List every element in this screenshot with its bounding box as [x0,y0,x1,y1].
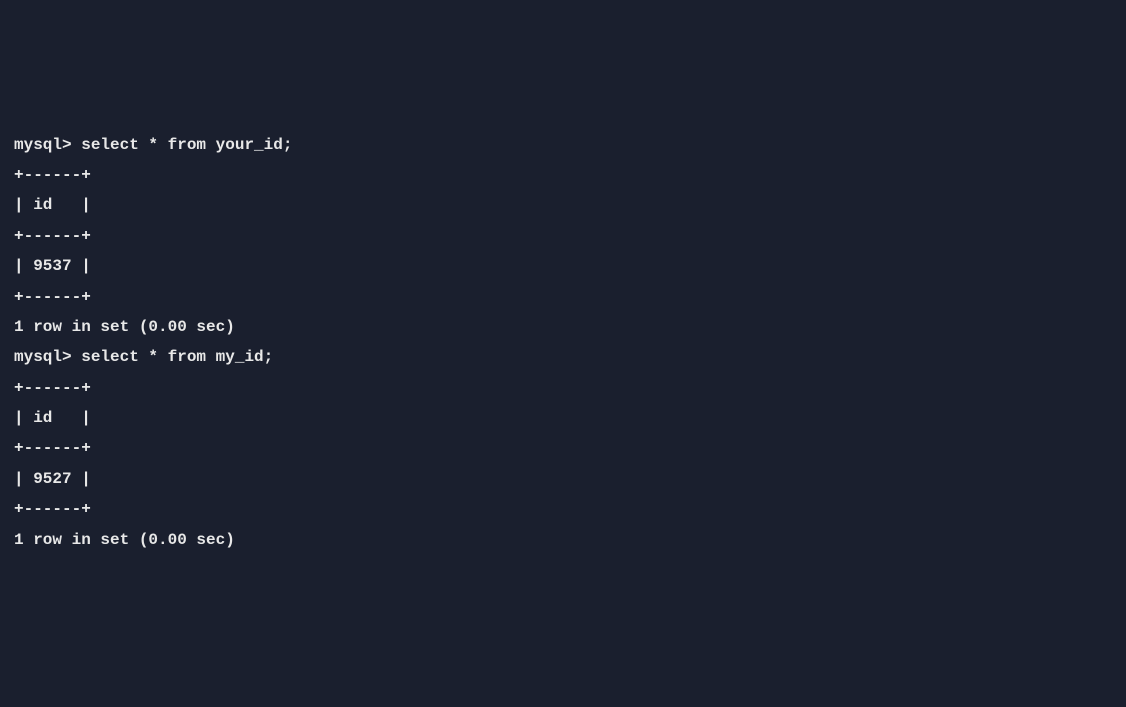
table-border: +------+ [14,433,1112,463]
table-border: +------+ [14,494,1112,524]
table-header: | id | [14,403,1112,433]
table-header: | id | [14,190,1112,220]
terminal-output[interactable]: mysql> select * from your_id;+------+| i… [14,130,1112,555]
table-row: | 9527 | [14,464,1112,494]
result-summary: 1 row in set (0.00 sec) [14,312,1112,342]
result-summary: 1 row in set (0.00 sec) [14,525,1112,555]
table-border: +------+ [14,221,1112,251]
query-line: mysql> select * from your_id; [14,130,1112,160]
query-line: mysql> select * from my_id; [14,342,1112,372]
table-border: +------+ [14,160,1112,190]
table-border: +------+ [14,282,1112,312]
table-border: +------+ [14,373,1112,403]
table-row: | 9537 | [14,251,1112,281]
